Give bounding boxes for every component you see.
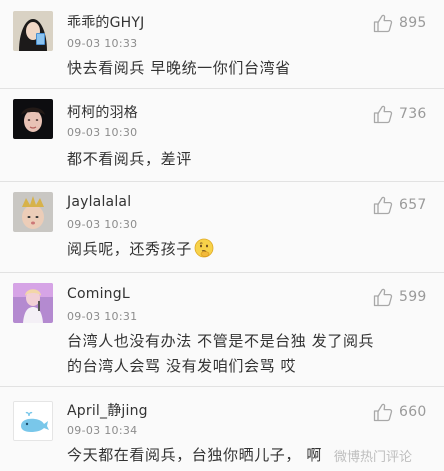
like-button[interactable]: 599: [372, 286, 438, 308]
comment-text-line: 的台湾人会骂 没有发咱们会骂 哎: [67, 357, 297, 375]
username[interactable]: ComingL: [67, 286, 130, 302]
thinking-face-icon: [194, 238, 214, 257]
comment-text-line: 台湾人也没有办法 不管是不是台独 发了阅兵: [67, 332, 375, 350]
user-avatar[interactable]: [13, 192, 53, 232]
timestamp: 09-03 10:34: [67, 424, 138, 437]
comment-item: ComingL 09-03 10:31 599 台湾人也没有办法 不管是不是台独…: [0, 273, 444, 386]
timestamp: 09-03 10:30: [67, 126, 138, 139]
whale-avatar: [14, 402, 52, 440]
comment-text: 快去看阅兵 早晚统一你们台湾省: [67, 56, 437, 81]
thumbs-up-icon: [373, 403, 393, 422]
comment-text-line: 快去看阅兵 早晚统一你们台湾省: [67, 59, 291, 77]
like-button[interactable]: 736: [372, 103, 438, 125]
timestamp: 09-03 10:33: [67, 37, 138, 50]
comment-item: 柯柯的羽格 09-03 10:30 736 都不看阅兵，差评: [0, 89, 444, 181]
comment-item: Jaylalalal 09-03 10:30 657 阅兵呢，还秀孩子: [0, 182, 444, 272]
thumbs-up-icon: [373, 105, 393, 124]
thumbs-up-icon: [373, 196, 393, 215]
like-count: 657: [399, 197, 427, 213]
comment-text-line: 都不看阅兵，差评: [67, 150, 192, 168]
username[interactable]: April_静jing: [67, 400, 148, 420]
comment-list: 乖乖的GHYJ 09-03 10:33 895 快去看阅兵 早晚统一你们台湾省: [0, 0, 444, 471]
watermark: 微博热门评论: [334, 450, 413, 465]
like-count: 660: [399, 404, 427, 420]
comment-text: 阅兵呢，还秀孩子: [67, 237, 437, 262]
user-avatar[interactable]: [13, 283, 53, 323]
user-avatar[interactable]: [13, 11, 53, 51]
username[interactable]: Jaylalalal: [67, 194, 131, 210]
comment-text: 都不看阅兵，差评: [67, 147, 437, 172]
comment-text: 台湾人也没有办法 不管是不是台独 发了阅兵 的台湾人会骂 没有发咱们会骂 哎: [67, 329, 437, 379]
like-button[interactable]: 657: [372, 194, 438, 216]
comment-item: 乖乖的GHYJ 09-03 10:33 895 快去看阅兵 早晚统一你们台湾省: [0, 0, 444, 88]
like-count: 736: [399, 106, 427, 122]
like-count: 599: [399, 289, 427, 305]
user-avatar[interactable]: [13, 401, 53, 441]
user-avatar[interactable]: [13, 99, 53, 139]
comment-text-line: 阅兵呢，还秀孩子: [67, 240, 192, 258]
like-count: 895: [399, 15, 427, 31]
username[interactable]: 乖乖的GHYJ: [67, 12, 144, 32]
username[interactable]: 柯柯的羽格: [67, 102, 138, 122]
timestamp: 09-03 10:31: [67, 310, 138, 323]
like-button[interactable]: 895: [372, 12, 438, 34]
like-button[interactable]: 660: [372, 401, 438, 423]
timestamp: 09-03 10:30: [67, 218, 138, 231]
thumbs-up-icon: [373, 288, 393, 307]
thumbs-up-icon: [373, 14, 393, 33]
